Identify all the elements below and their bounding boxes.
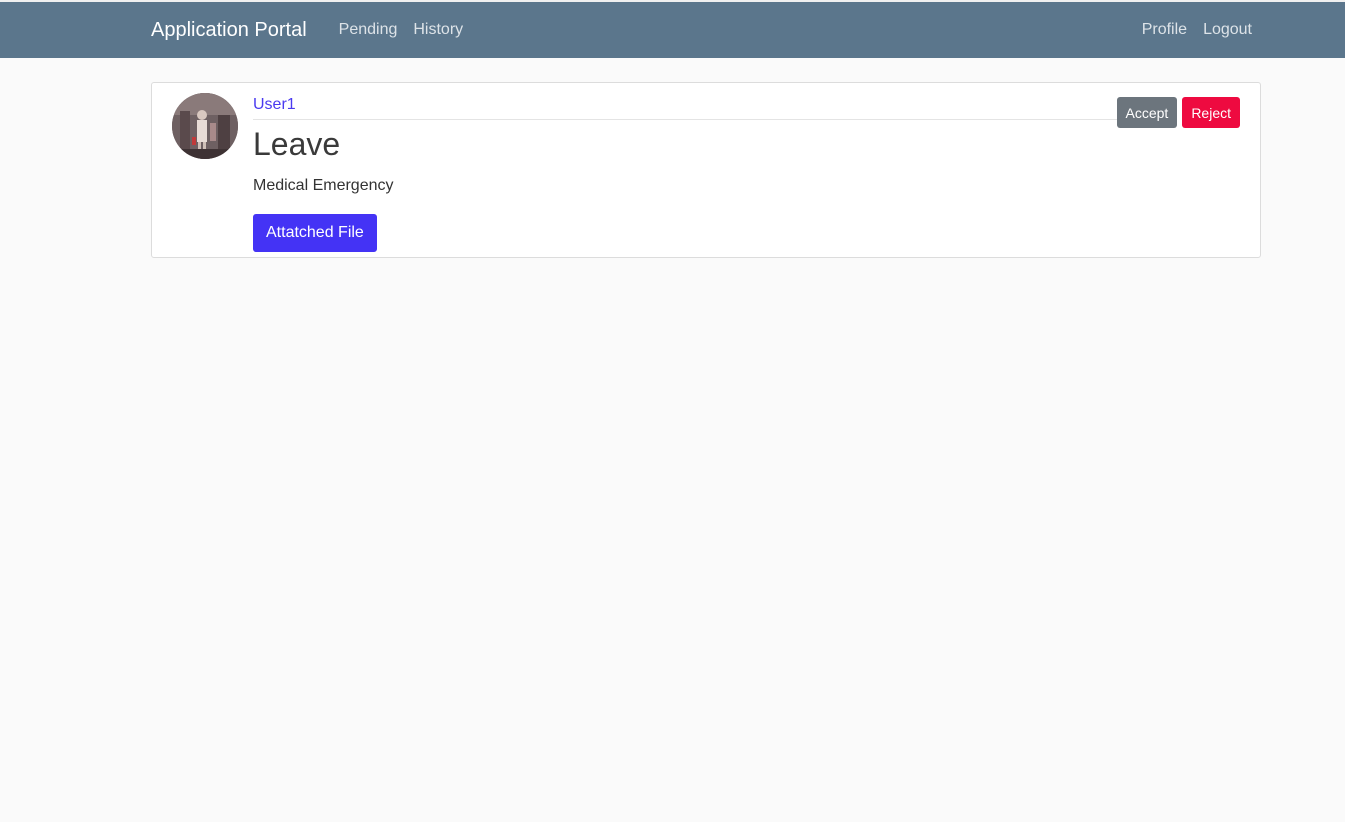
navbar: Application Portal Pending History Profi… [0, 2, 1345, 58]
reject-button[interactable]: Reject [1182, 97, 1240, 128]
attached-file-button[interactable]: Attatched File [253, 214, 377, 252]
accept-button[interactable]: Accept [1116, 97, 1178, 128]
nav-history[interactable]: History [413, 21, 463, 39]
application-content: User1 Leave Medical Emergency Attatched … [253, 95, 1240, 252]
username-link[interactable]: User1 [253, 95, 296, 115]
nav-right: Profile Logout [1142, 21, 1252, 39]
nav-logout[interactable]: Logout [1203, 21, 1252, 39]
action-buttons: Accept Reject [1116, 97, 1240, 128]
application-title: Leave [253, 126, 341, 162]
nav-pending[interactable]: Pending [339, 21, 398, 39]
brand-link[interactable]: Application Portal [151, 19, 307, 42]
application-description: Medical Emergency [253, 177, 394, 194]
avatar-image-icon [172, 93, 238, 159]
divider [253, 119, 1119, 120]
nav-profile[interactable]: Profile [1142, 21, 1187, 39]
avatar [172, 93, 238, 159]
application-card: User1 Leave Medical Emergency Attatched … [151, 82, 1261, 258]
